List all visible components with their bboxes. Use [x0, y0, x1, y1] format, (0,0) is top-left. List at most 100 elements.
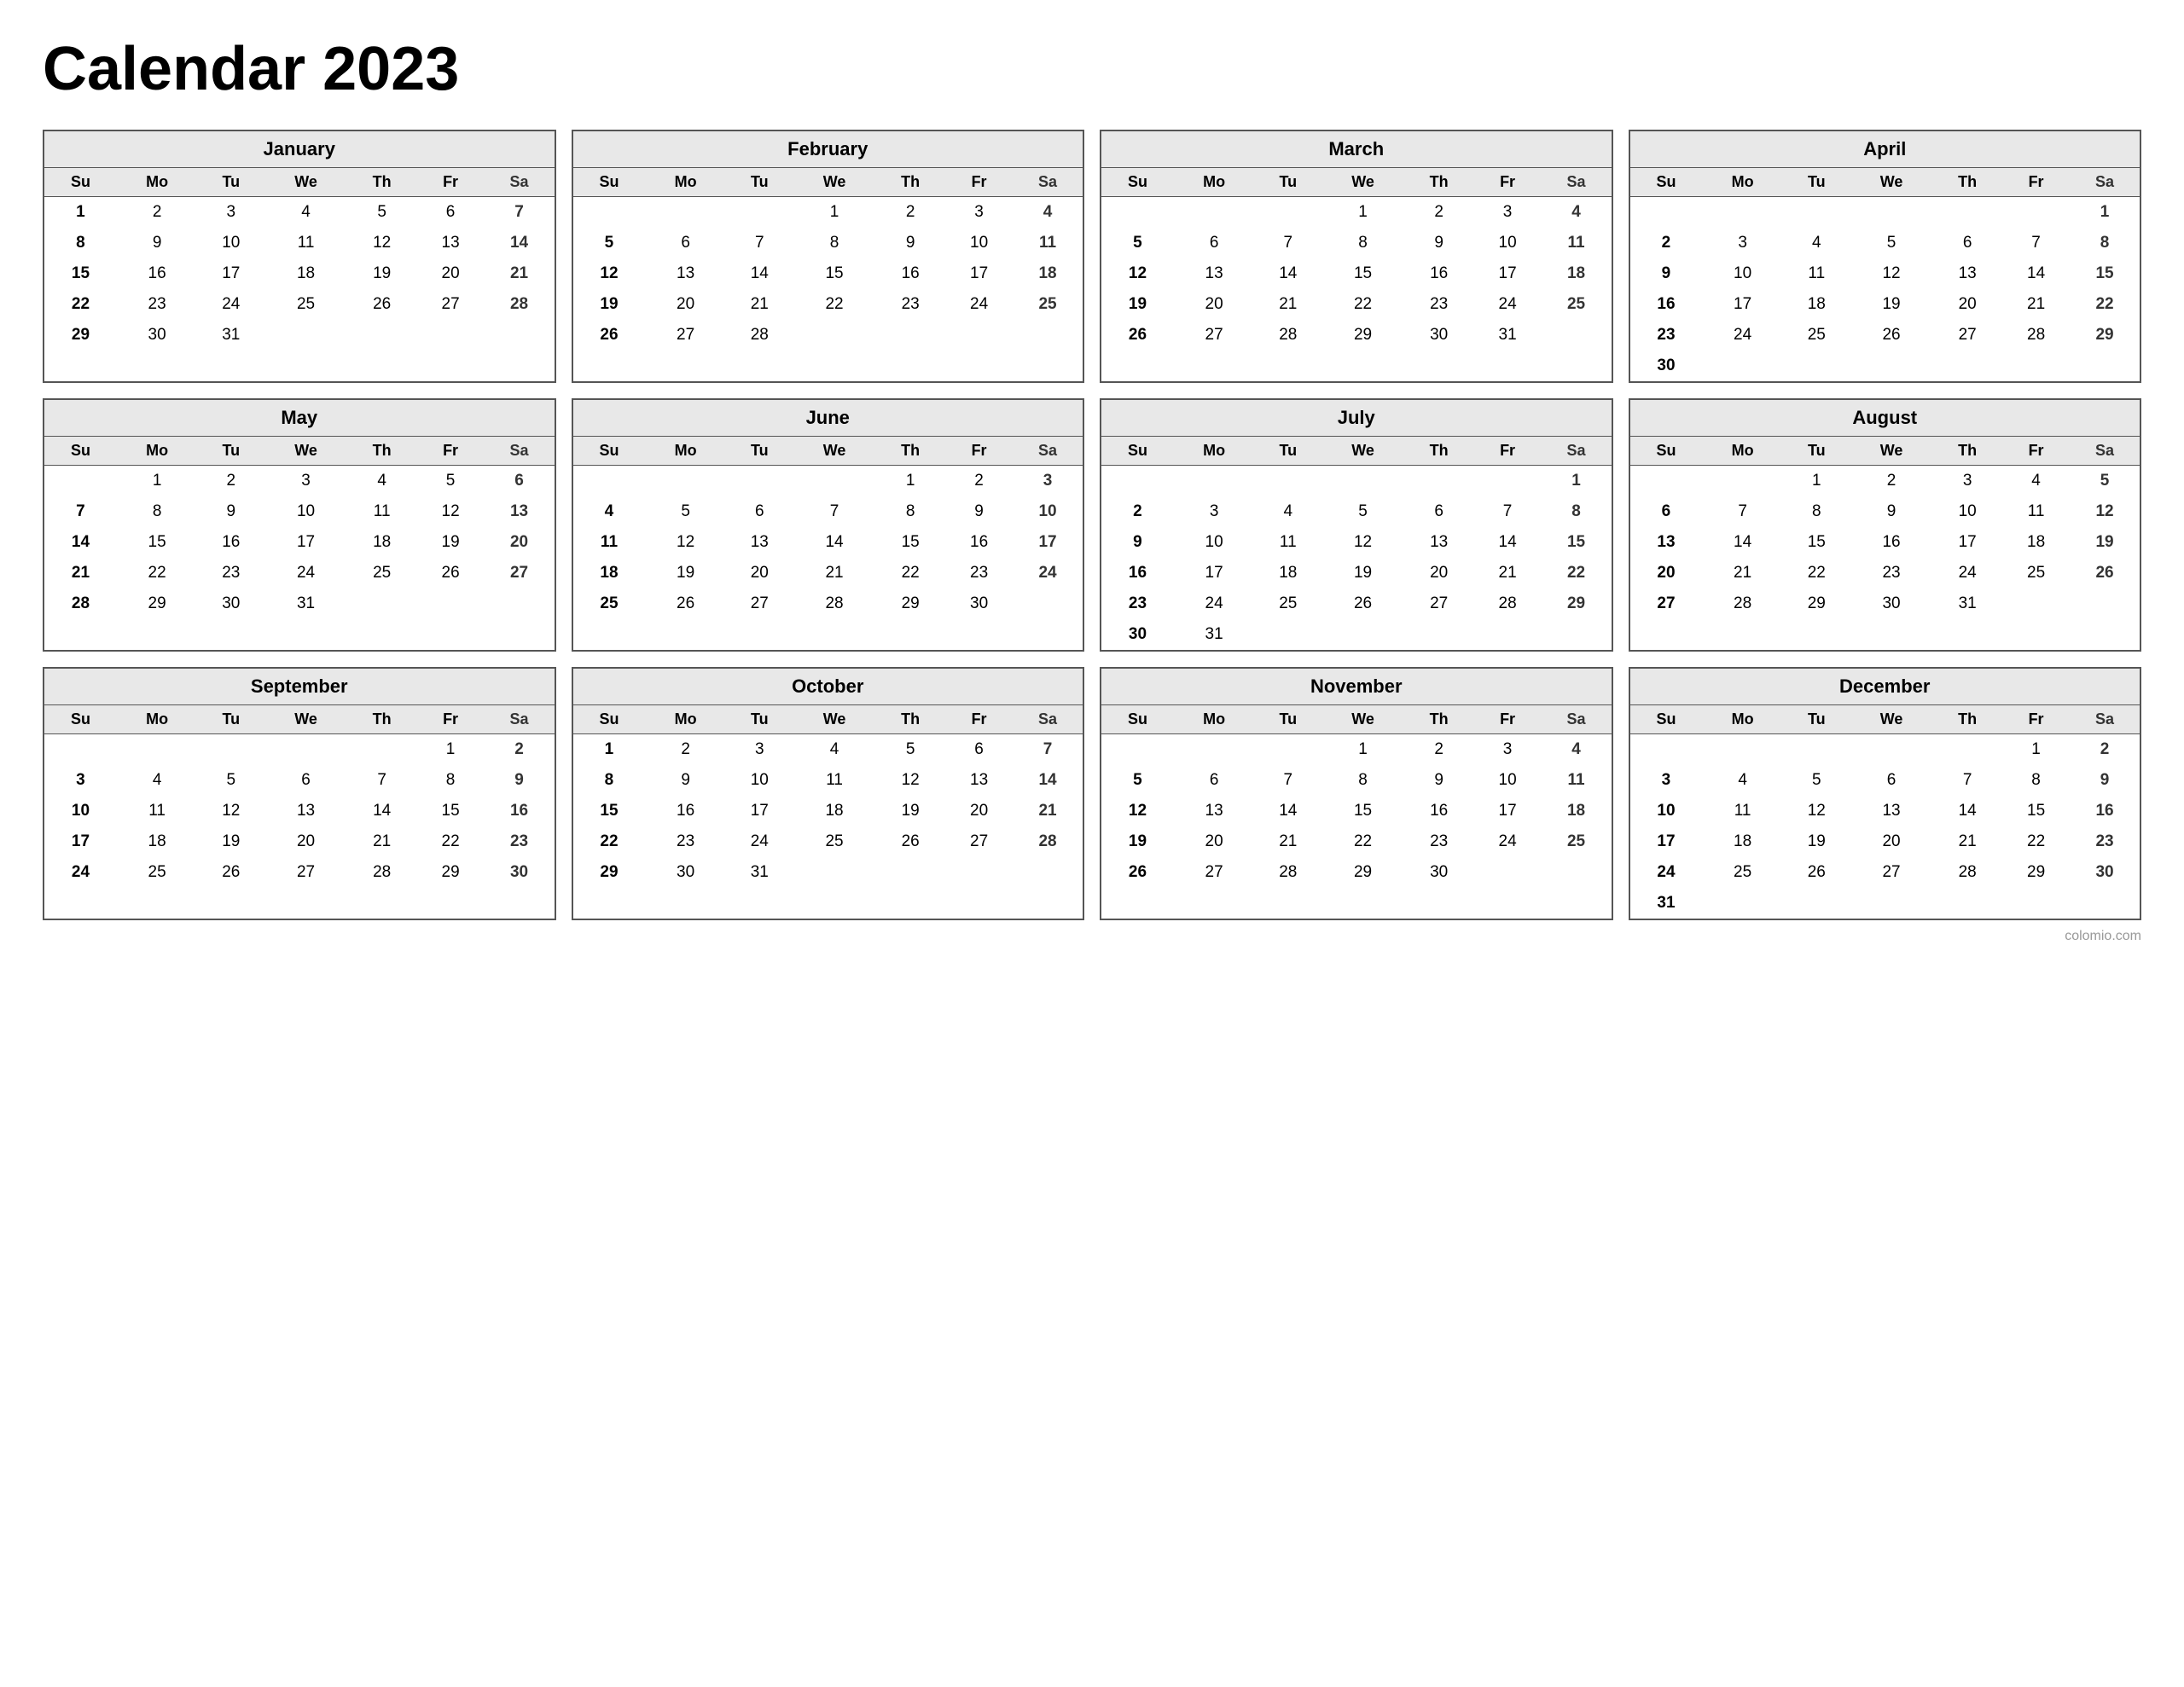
- day-cell: 5: [417, 466, 485, 497]
- day-header-tu: Tu: [1783, 705, 1850, 734]
- day-cell: 11: [1783, 258, 1850, 289]
- day-cell: 3: [1932, 466, 2002, 497]
- day-cell: 13: [726, 527, 793, 558]
- day-header-th: Th: [875, 168, 945, 197]
- day-cell: 14: [793, 527, 875, 558]
- day-cell: 22: [1321, 826, 1403, 857]
- day-cell: 1: [117, 466, 197, 497]
- day-cell: 14: [1254, 258, 1321, 289]
- day-cell: [1174, 466, 1254, 497]
- day-cell: 19: [573, 289, 646, 320]
- day-cell: [485, 588, 555, 619]
- day-cell: 28: [793, 588, 875, 619]
- day-cell: 21: [44, 558, 117, 588]
- day-cell: 3: [44, 765, 117, 796]
- day-cell: [1850, 197, 1932, 229]
- day-cell: 5: [1783, 765, 1850, 796]
- day-cell: 23: [1404, 289, 1474, 320]
- day-cell: 19: [645, 558, 725, 588]
- day-cell: [1630, 197, 1703, 229]
- day-cell: 17: [1474, 796, 1542, 826]
- day-cell: 12: [645, 527, 725, 558]
- day-cell: 6: [417, 197, 485, 229]
- day-cell: 22: [1321, 289, 1403, 320]
- day-cell: 11: [1542, 765, 1612, 796]
- day-cell: 3: [1474, 734, 1542, 766]
- day-cell: 15: [875, 527, 945, 558]
- day-cell: 1: [1321, 734, 1403, 766]
- day-cell: 24: [1932, 558, 2002, 588]
- day-cell: 1: [44, 197, 117, 229]
- day-cell: 28: [347, 857, 417, 888]
- day-cell: 13: [417, 228, 485, 258]
- day-cell: 25: [1542, 289, 1612, 320]
- day-header-mo: Mo: [645, 705, 725, 734]
- day-cell: [347, 588, 417, 619]
- day-cell: 21: [726, 289, 793, 320]
- day-cell: 2: [197, 466, 264, 497]
- day-cell: [1783, 351, 1850, 381]
- day-cell: 28: [1254, 857, 1321, 888]
- day-cell: 10: [1932, 496, 2002, 527]
- day-cell: 8: [1542, 496, 1612, 527]
- day-cell: 18: [1542, 258, 1612, 289]
- day-cell: 20: [1404, 558, 1474, 588]
- day-cell: 10: [1474, 765, 1542, 796]
- day-cell: 14: [1474, 527, 1542, 558]
- day-cell: 25: [1542, 826, 1612, 857]
- day-header-we: We: [264, 168, 346, 197]
- day-cell: 19: [1101, 289, 1174, 320]
- day-cell: 6: [645, 228, 725, 258]
- day-cell: 3: [197, 197, 264, 229]
- day-header-mo: Mo: [1174, 705, 1254, 734]
- day-cell: 26: [1783, 857, 1850, 888]
- day-header-mo: Mo: [1174, 168, 1254, 197]
- day-header-mo: Mo: [645, 168, 725, 197]
- day-cell: [1254, 197, 1321, 229]
- day-cell: 12: [1783, 796, 1850, 826]
- month-title-july: July: [1101, 400, 1612, 437]
- day-header-fr: Fr: [945, 705, 1013, 734]
- day-cell: 1: [875, 466, 945, 497]
- day-cell: [2070, 351, 2140, 381]
- day-cell: 18: [264, 258, 346, 289]
- day-cell: 21: [1013, 796, 1083, 826]
- day-header-we: We: [264, 437, 346, 466]
- day-cell: 10: [44, 796, 117, 826]
- day-cell: 29: [875, 588, 945, 619]
- day-header-we: We: [1850, 437, 1932, 466]
- day-cell: 12: [1321, 527, 1403, 558]
- day-cell: 29: [573, 857, 646, 888]
- day-cell: 20: [264, 826, 346, 857]
- day-header-sa: Sa: [2070, 168, 2140, 197]
- day-cell: 26: [1101, 857, 1174, 888]
- day-cell: 24: [1474, 826, 1542, 857]
- day-header-tu: Tu: [1254, 705, 1321, 734]
- day-cell: 5: [1321, 496, 1403, 527]
- day-cell: 20: [726, 558, 793, 588]
- day-header-sa: Sa: [485, 705, 555, 734]
- day-cell: 14: [726, 258, 793, 289]
- day-cell: 8: [1783, 496, 1850, 527]
- day-cell: 22: [1542, 558, 1612, 588]
- day-cell: 1: [793, 197, 875, 229]
- day-cell: 16: [197, 527, 264, 558]
- day-header-we: We: [1321, 437, 1403, 466]
- day-cell: 27: [1630, 588, 1703, 619]
- day-cell: 4: [347, 466, 417, 497]
- day-cell: 14: [347, 796, 417, 826]
- day-cell: 23: [1850, 558, 1932, 588]
- day-cell: 25: [1013, 289, 1083, 320]
- day-cell: 12: [417, 496, 485, 527]
- day-cell: 25: [573, 588, 646, 619]
- day-cell: 3: [1702, 228, 1782, 258]
- page-title: Calendar 2023: [43, 34, 2141, 104]
- day-cell: 10: [197, 228, 264, 258]
- day-cell: 6: [1404, 496, 1474, 527]
- day-cell: 11: [793, 765, 875, 796]
- day-header-mo: Mo: [645, 437, 725, 466]
- day-cell: [1254, 619, 1321, 650]
- day-cell: 2: [1404, 734, 1474, 766]
- day-cell: 2: [1101, 496, 1174, 527]
- day-header-we: We: [793, 437, 875, 466]
